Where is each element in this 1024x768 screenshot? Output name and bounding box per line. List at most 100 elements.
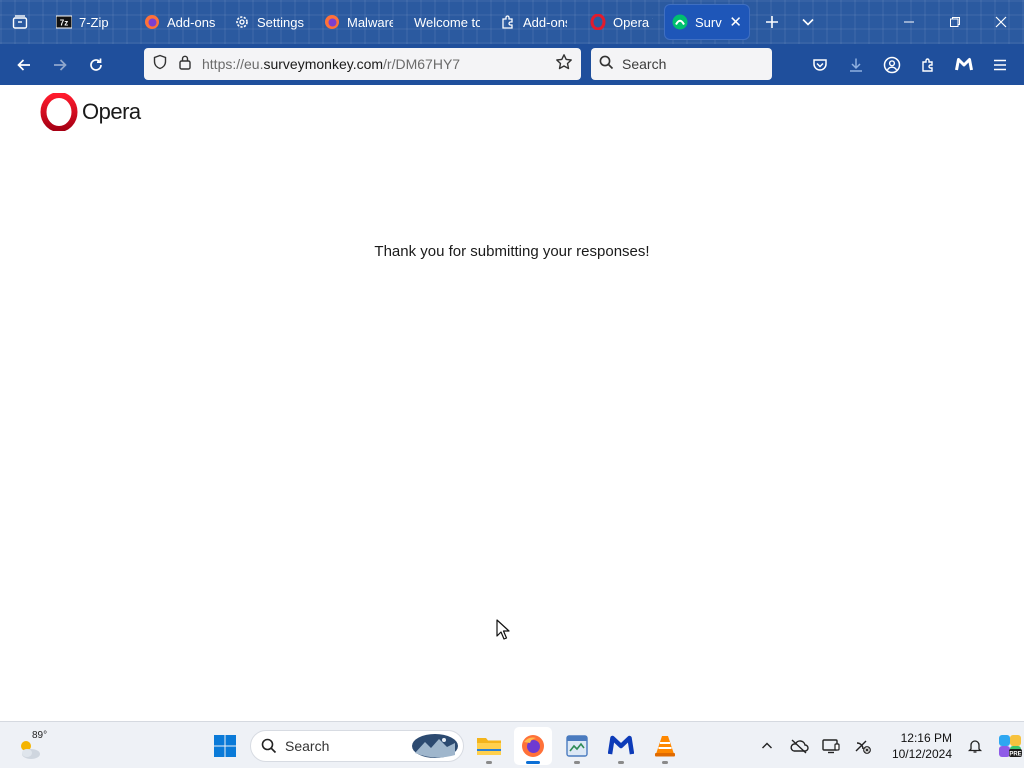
puzzle-icon — [500, 14, 516, 30]
search-placeholder: Search — [622, 56, 667, 72]
copilot-button[interactable]: PRE — [992, 728, 1024, 764]
taskbar-search-label: Search — [285, 738, 330, 754]
puzzle-icon — [922, 57, 933, 72]
shield-icon[interactable] — [152, 54, 168, 75]
window-app-icon — [566, 735, 588, 757]
taskbar-search-box[interactable]: Search — [250, 730, 464, 762]
onedrive-tray-icon[interactable] — [784, 728, 814, 764]
firefox-icon — [522, 735, 544, 757]
tab-surveymonkey[interactable]: Surve ✕ — [664, 4, 750, 40]
file-explorer-app[interactable] — [470, 727, 508, 765]
search-bar[interactable]: Search — [591, 48, 772, 80]
malwarebytes-app[interactable] — [602, 727, 640, 765]
weather-widget[interactable]: 89° — [16, 728, 56, 764]
downloads-button[interactable] — [838, 47, 874, 83]
restore-button[interactable] — [932, 0, 978, 44]
lock-icon[interactable] — [178, 54, 192, 75]
vlc-app[interactable] — [646, 727, 684, 765]
start-button[interactable] — [206, 727, 244, 765]
page-content: Opera Thank you for submitting your resp… — [0, 85, 1024, 721]
tab-list-icon — [12, 15, 28, 29]
minimize-icon — [904, 21, 914, 23]
url-text[interactable]: https://eu.surveymonkey.com/r/DM67HY7 — [202, 56, 545, 72]
show-hidden-icons-button[interactable] — [752, 728, 782, 764]
pocket-icon — [813, 58, 827, 71]
url-path: /r/DM67HY7 — [383, 56, 461, 72]
cloud-offline-icon — [790, 739, 809, 754]
chevron-down-icon — [802, 18, 814, 26]
windows-logo-icon — [214, 735, 236, 757]
address-bar[interactable]: https://eu.surveymonkey.com/r/DM67HY7 — [144, 48, 581, 80]
account-icon — [883, 56, 901, 73]
tab-addons[interactable]: Add-ons — [136, 4, 226, 40]
clock[interactable]: 12:16 PM 10/12/2024 — [886, 730, 952, 762]
monitor-icon — [822, 739, 840, 754]
opera-logo-text: Opera — [82, 99, 141, 124]
vlc-cone-icon — [655, 736, 675, 757]
hamburger-menu-icon — [994, 59, 1006, 70]
bell-icon — [967, 740, 983, 753]
svg-text:PRE: PRE — [1009, 751, 1021, 757]
7zip-icon: 7z — [56, 14, 72, 30]
clock-date: 10/12/2024 — [891, 747, 952, 761]
bookmark-star-icon[interactable] — [555, 53, 573, 76]
account-button[interactable] — [874, 47, 910, 83]
chevron-up-icon — [762, 742, 772, 749]
weather-temperature: 89° — [32, 730, 48, 741]
opera-logo: Opera — [40, 93, 141, 131]
search-highlight-image — [412, 734, 458, 758]
svg-text:7z: 7z — [60, 19, 68, 28]
minimize-button[interactable] — [886, 0, 932, 44]
firefox-icon — [144, 14, 160, 30]
new-tab-button[interactable] — [754, 0, 790, 44]
opera-icon — [590, 14, 606, 30]
tab-welcome[interactable]: Welcome to — [406, 4, 492, 40]
malwarebytes-icon — [955, 57, 973, 70]
firefox-app[interactable] — [514, 727, 552, 765]
clock-time: 12:16 PM — [900, 731, 952, 745]
tab-strip: 7z 7-Zip Add-ons Settings Malware Welcom… — [0, 0, 1024, 44]
network-disconnected-icon — [855, 740, 871, 754]
gear-icon — [234, 14, 250, 30]
folder-icon — [477, 738, 501, 755]
close-icon — [995, 16, 1007, 28]
taskbar: 89° Search 12:16 PM 10/12/2024 PRE — [0, 721, 1024, 768]
close-tab-icon[interactable]: ✕ — [729, 15, 742, 30]
opera-logo-icon — [40, 93, 78, 131]
forward-button[interactable] — [42, 47, 78, 83]
restore-icon — [950, 17, 960, 27]
menu-button[interactable] — [982, 47, 1018, 83]
search-icon — [261, 738, 277, 754]
thank-you-message: Thank you for submitting your responses! — [374, 243, 650, 260]
control-panel-app[interactable] — [558, 727, 596, 765]
tab-7zip[interactable]: 7z 7-Zip — [48, 4, 136, 40]
list-all-tabs-button[interactable] — [790, 0, 826, 44]
surveymonkey-icon — [672, 14, 688, 30]
url-host: surveymonkey.com — [263, 56, 384, 72]
reload-icon — [90, 58, 102, 71]
search-icon — [599, 55, 614, 73]
display-tray-icon[interactable] — [816, 728, 846, 764]
mouse-cursor-icon — [496, 619, 510, 640]
tab-settings[interactable]: Settings — [226, 4, 316, 40]
extensions-button[interactable] — [910, 47, 946, 83]
copilot-pre-icon: PRE — [999, 735, 1022, 757]
notifications-button[interactable] — [960, 728, 990, 764]
network-tray-icon[interactable] — [848, 728, 878, 764]
tab-overview-button[interactable] — [0, 0, 40, 44]
download-icon — [850, 58, 862, 72]
pocket-button[interactable] — [802, 47, 838, 83]
close-window-button[interactable] — [978, 0, 1024, 44]
tab-addons-2[interactable]: Add-ons — [492, 4, 582, 40]
url-prefix: https://eu. — [202, 56, 264, 72]
plus-icon — [766, 16, 778, 28]
arrow-right-icon — [54, 58, 67, 71]
back-button[interactable] — [6, 47, 42, 83]
tab-opera[interactable]: Opera W — [582, 4, 664, 40]
tab-malware[interactable]: Malware — [316, 4, 406, 40]
malwarebytes-extension-button[interactable] — [946, 47, 982, 83]
arrow-left-icon — [17, 58, 30, 71]
malwarebytes-icon — [608, 735, 634, 755]
firefox-icon — [324, 14, 340, 30]
reload-button[interactable] — [78, 47, 114, 83]
